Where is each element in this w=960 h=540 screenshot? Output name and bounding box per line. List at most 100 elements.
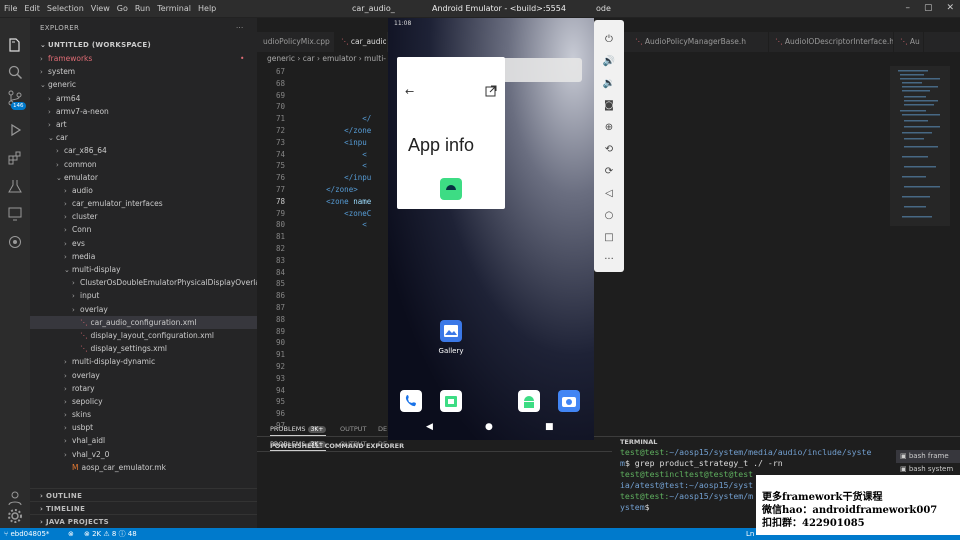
open-external-icon[interactable] [485,85,497,97]
menu-item-file[interactable]: File [4,4,17,13]
tab-output-top[interactable]: OUTPUT [340,422,367,436]
editor-tab[interactable]: ⋱ car_audio [335,32,387,52]
volume-up-icon[interactable]: 🔊 [601,54,617,70]
file-tree-item[interactable]: ⋱ display_settings.xml [30,342,257,355]
editor-tab[interactable]: ⋱ Au [894,32,924,52]
outline-section[interactable]: › OUTLINE [30,488,257,502]
app-info-window[interactable]: ← App info [397,57,505,209]
android-app-icon[interactable] [518,390,540,412]
more-icon[interactable]: ··· [601,252,617,268]
rotate-right-icon[interactable]: ⟳ [601,164,617,180]
file-tree-item[interactable]: ⋱ display_layout_configuration.xml [30,329,257,342]
camera-app-icon[interactable] [558,390,580,412]
file-tree-item[interactable]: › evs [30,237,257,250]
android-icon[interactable] [7,234,23,250]
explorer-icon[interactable] [7,38,23,54]
file-tree-item[interactable]: ⌄ car [30,131,257,144]
file-tree-item[interactable]: › rotary [30,382,257,395]
file-tree-item[interactable]: ⌄ emulator [30,171,257,184]
editor-tab[interactable]: ⋱ AudioIODescriptorInterface.h [769,32,894,52]
menu-item-edit[interactable]: Edit [24,4,40,13]
file-tree-item[interactable]: › media [30,250,257,263]
back-arrow-icon[interactable]: ← [405,85,414,98]
file-tree-item[interactable]: › arm64 [30,92,257,105]
file-tree-item[interactable]: › overlay [30,303,257,316]
file-tree-item[interactable]: › vhal_v2_0 [30,448,257,461]
menu-item-help[interactable]: Help [198,4,216,13]
search-widget[interactable] [500,58,582,82]
menu-item-view[interactable]: View [91,4,110,13]
problems-status[interactable]: ⊗ 2K ⚠ 8 ⓘ 48 [84,528,137,540]
tab-problems-top[interactable]: PROBLEMS 3K+ [270,422,327,436]
powershell-explorer-title[interactable]: POWERSHELL: COMMAND EXPLORER [270,442,404,450]
home-nav-icon[interactable]: ● [485,422,493,432]
menu-item-go[interactable]: Go [117,4,128,13]
rotate-left-icon[interactable]: ⟲ [601,142,617,158]
file-tree-item[interactable]: › audio [30,184,257,197]
file-tree-item[interactable]: › frameworks • [30,52,257,65]
testing-icon[interactable] [7,178,23,194]
minimize-icon[interactable]: – [905,3,910,13]
timeline-section[interactable]: › TIMELINE [30,501,257,515]
minimap[interactable] [890,66,950,426]
screenshot-icon[interactable]: ◙ [601,98,617,114]
file-tree-item[interactable]: › usbpt [30,421,257,434]
menu-item-run[interactable]: Run [135,4,150,13]
menu-item-selection[interactable]: Selection [47,4,84,13]
file-tree-item[interactable]: › art [30,118,257,131]
more-actions-icon[interactable]: ··· [236,18,244,38]
file-tree-item[interactable]: › car_x86_64 [30,144,257,157]
extensions-icon[interactable] [7,150,23,166]
file-tree-item[interactable]: › ClusterOsDoubleEmulatorPhysicalDisplayO… [30,276,257,289]
file-tree-item[interactable]: › multi-display-dynamic [30,355,257,368]
file-tree-item[interactable]: › common [30,158,257,171]
power-icon[interactable]: ⏻ [601,32,617,48]
search-icon[interactable] [7,64,23,80]
home-icon[interactable]: ○ [601,208,617,224]
source-control-icon[interactable]: 146 [7,90,26,110]
sync-icon[interactable]: ⊗ [68,528,74,540]
line-number: 79 [275,208,285,218]
terminal-list-item[interactable]: ▣ bash frame [896,450,960,463]
branch-status[interactable]: ⑂ ebd04805* [4,528,49,540]
store-app-icon[interactable] [440,390,462,412]
remote-explorer-icon[interactable] [7,206,23,222]
file-tree-item[interactable]: › system [30,65,257,78]
manage-gear-icon[interactable] [7,508,23,524]
file-tree-item[interactable]: › cluster [30,210,257,223]
maximize-icon[interactable]: ▢ [924,3,933,13]
file-tree-item[interactable]: › input [30,289,257,302]
tab-debug-top[interactable]: DE [378,422,387,436]
file-tree-item[interactable]: › sepolicy [30,395,257,408]
gallery-app-icon[interactable] [440,320,462,342]
file-tree-item[interactable]: › car_emulator_interfaces [30,197,257,210]
run-debug-icon[interactable] [7,122,23,138]
overview-icon[interactable]: □ [601,230,617,246]
file-tree: › frameworks • › system ⌄ generic › arm64 › armv7-… [30,52,257,474]
menu-item-terminal[interactable]: Terminal [157,4,191,13]
file-tree-item[interactable]: ⋱ car_audio_configuration.xml [30,315,257,329]
phone-app-icon[interactable] [400,390,422,412]
account-icon[interactable] [7,490,23,506]
code-line: on"/> [290,326,900,338]
zoom-icon[interactable]: ⊕ [601,120,617,136]
editor-tab[interactable]: udioPolicyMix.cpp [257,32,335,52]
file-tree-item[interactable]: › Conn [30,223,257,236]
makefile-icon: M [72,462,79,472]
close-icon[interactable]: ✕ [946,3,954,13]
back-nav-icon[interactable]: ◀ [426,422,433,432]
workspace-header[interactable]: ⌄ UNTITLED (WORKSPACE) [30,38,257,52]
file-tree-item[interactable]: Maosp_car_emulator.mk [30,461,257,474]
cursor-position[interactable]: Ln [746,528,754,540]
java-projects-section[interactable]: › JAVA PROJECTS [30,514,257,528]
file-tree-item[interactable]: ⌄ generic [30,78,257,91]
file-tree-item[interactable]: › skins [30,408,257,421]
file-tree-item[interactable]: › armv7-a-neon [30,105,257,118]
editor-tab[interactable]: ⋱ AudioPolicyManagerBase.h [629,32,769,52]
file-tree-item[interactable]: › overlay [30,369,257,382]
recents-nav-icon[interactable]: ■ [545,422,554,432]
file-tree-item[interactable]: › vhal_aidl [30,434,257,447]
volume-down-icon[interactable]: 🔉 [601,76,617,92]
back-icon[interactable]: ◁ [601,186,617,202]
file-tree-item[interactable]: ⌄ multi-display [30,263,257,276]
